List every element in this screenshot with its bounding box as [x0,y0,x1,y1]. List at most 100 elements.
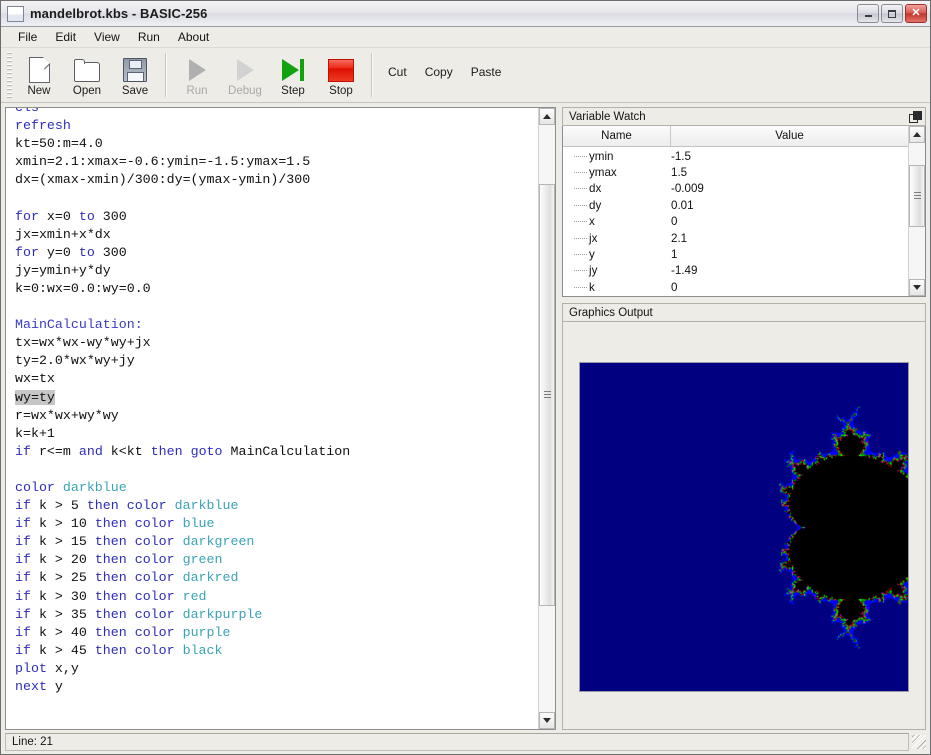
resize-grip[interactable] [912,735,926,749]
code-token: k > 45 [30,642,95,658]
floppy-disk-icon [120,56,150,84]
code-token: if [15,534,31,550]
code-token: next [15,679,47,694]
code-token: purple [182,624,231,640]
close-button[interactable]: ✕ [905,4,927,23]
code-token: darkblue [174,498,239,514]
code-token: k<kt [102,443,151,459]
menu-bar: File Edit View Run About [1,27,930,48]
maximize-button[interactable] [881,4,903,23]
save-button[interactable]: Save [111,51,159,98]
code-token: darkpurple [182,606,263,622]
variable-watch-row[interactable]: k0 [563,279,908,295]
variable-name-cell: x [589,215,595,229]
toolbar-separator-2 [371,53,373,97]
code-token: 300 [94,244,127,260]
editor-vertical-scrollbar[interactable] [538,108,555,729]
code-token: then color [94,570,175,586]
watch-scroll-track[interactable] [909,143,925,279]
toolbar-clipboard-group: Cut Copy Paste [379,51,510,79]
right-dock-column: Variable Watch Name Value ymin -1.5 ymax 1.… [562,107,926,730]
variable-watch-row[interactable]: jy -1.49 [563,263,908,279]
menu-item-view[interactable]: View [85,28,129,46]
variable-watch-row[interactable]: dy 0.01 [563,197,908,213]
code-token: red [182,588,207,604]
stop-button[interactable]: Stop [317,51,365,98]
tree-branch-icon [563,221,589,223]
editor-scroll-thumb[interactable] [539,183,555,607]
minimize-button[interactable] [857,4,879,23]
editor-scroll-down-button[interactable] [539,712,555,729]
new-file-icon [24,56,54,84]
variable-value-cell: 0 [671,280,678,294]
tree-branch-icon [563,155,589,157]
menu-item-edit[interactable]: Edit [46,28,85,46]
menu-item-about[interactable]: About [169,28,218,46]
variable-watch-panel: Name Value ymin -1.5 ymax 1.5 dx -0.009 dy 0.01… [562,126,926,297]
open-button[interactable]: Open [63,51,111,98]
variable-watch-row[interactable]: ymin -1.5 [563,148,908,164]
paste-button[interactable]: Paste [462,51,511,79]
variable-watch-row[interactable]: ymax 1.5 [563,164,908,180]
code-token: then color [94,642,175,658]
code-line: ty=2.0*wx*wy+jy [15,352,538,370]
code-line: tx=wx*wx-wy*wy+jx [15,334,538,352]
graphics-canvas-frame [579,361,909,692]
code-line: if k > 35 then color darkpurple [15,606,538,624]
variable-watch-row[interactable]: dx -0.009 [563,181,908,197]
variable-value-cell: 0 [671,215,678,229]
new-button[interactable]: New [15,51,63,98]
undock-window-icon[interactable] [909,111,922,123]
code-line: refresh [15,117,538,135]
menu-item-run[interactable]: Run [129,28,169,46]
code-token: and [78,443,103,459]
stop-square-icon [326,56,356,84]
selected-code-token: wy=ty [15,389,55,405]
code-token: r=wx*wx+wy*wy [15,407,119,423]
toolbar-drag-handle[interactable] [7,52,12,98]
code-token: y=0 [38,244,79,260]
column-header-value[interactable]: Value [671,126,908,146]
variable-watch-row[interactable]: y1 [563,246,908,262]
code-line: if k > 25 then color darkred [15,569,538,587]
watch-scroll-up-button[interactable] [909,126,925,143]
code-token: if [15,588,31,604]
code-token: x,y [46,660,79,676]
status-bar: Line: 21 [1,730,930,754]
workspace: cls refresh kt=50:m=4.0 xmin=2.1:xmax=-0.6:… [1,103,930,730]
code-token: jy=ymin+y*dy [15,262,111,278]
variable-name-cell: y [589,248,595,262]
editor-scroll-track[interactable] [539,125,555,712]
editor-scroll-up-button[interactable] [539,108,555,125]
code-token: kt=50:m=4.0 [15,136,103,152]
watch-scroll-down-button[interactable] [909,279,925,296]
code-line: next y [15,678,538,696]
stop-button-label: Stop [329,85,353,97]
watch-vertical-scrollbar[interactable] [908,126,925,296]
code-token: y [46,679,63,694]
run-button-label: Run [186,85,208,97]
graphics-output-titlebar: Graphics Output [562,303,926,322]
tree-branch-icon [563,286,589,288]
mandelbrot-canvas[interactable] [580,362,908,691]
code-token: if [15,624,31,640]
code-token: r<=m [30,443,79,459]
code-token: then color [94,516,175,532]
copy-button[interactable]: Copy [416,51,462,79]
watch-scroll-thumb[interactable] [909,164,925,228]
cut-button[interactable]: Cut [379,51,416,79]
menu-item-file[interactable]: File [9,28,46,46]
step-button[interactable]: Step [269,51,317,98]
code-token: then goto [150,443,223,459]
column-header-name[interactable]: Name [563,126,671,146]
code-editor[interactable]: cls refresh kt=50:m=4.0 xmin=2.1:xmax=-0.6:… [6,108,538,729]
debug-button: Debug [221,51,269,98]
open-button-label: Open [72,85,102,97]
variable-watch-row[interactable]: jx 2.1 [563,230,908,246]
code-token: then color [94,534,175,550]
variable-watch-row[interactable]: x0 [563,214,908,230]
